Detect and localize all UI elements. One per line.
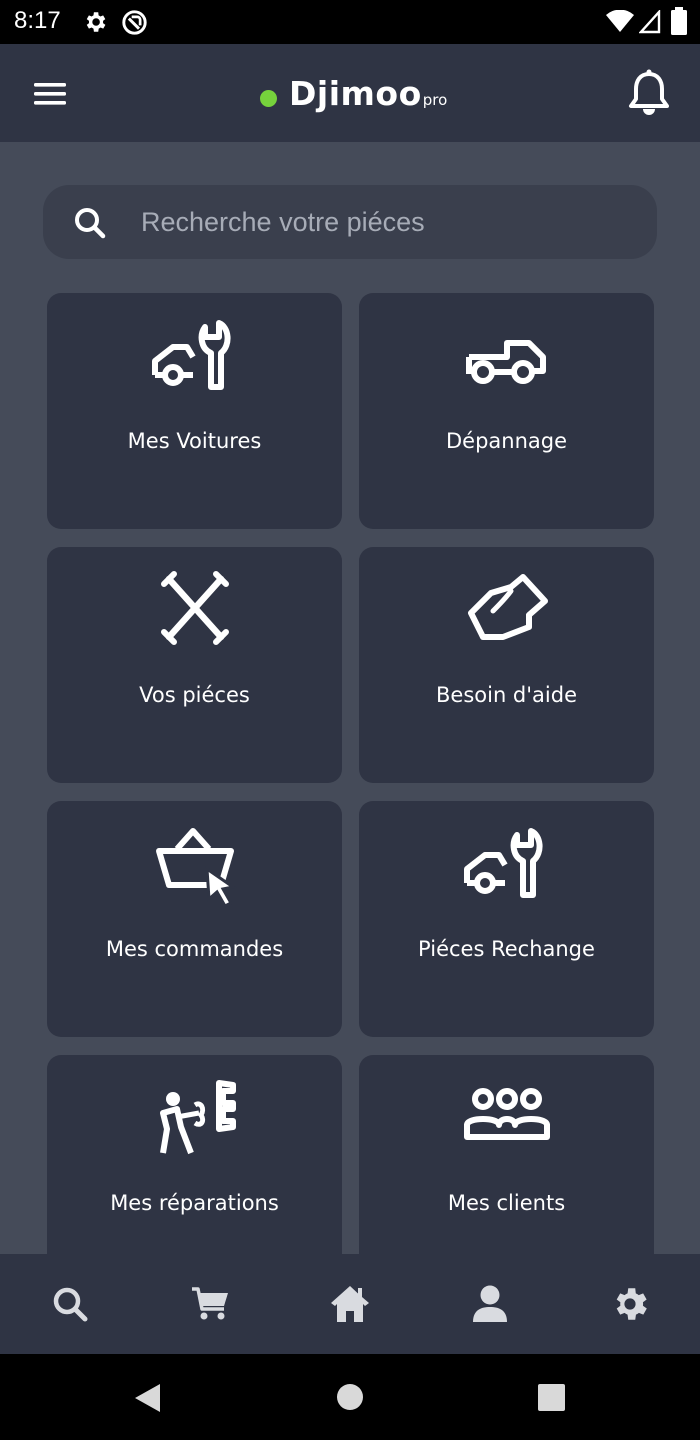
brand-logo: Djimoo pro	[260, 74, 447, 118]
brand-suffix: pro	[422, 91, 448, 109]
nav-search[interactable]	[46, 1280, 94, 1328]
helping-hand-icon	[467, 574, 548, 640]
nav-cart[interactable]	[186, 1280, 234, 1328]
tile-depannage[interactable]: Dépannage	[359, 293, 654, 529]
bottom-nav	[0, 1254, 700, 1354]
tile-besoin-aide[interactable]: Besoin d'aide	[359, 547, 654, 783]
status-time: 8:17	[14, 7, 61, 34]
wifi-icon	[606, 10, 634, 32]
search-input[interactable]	[141, 185, 631, 259]
brand-name: Djimoo	[289, 74, 422, 113]
tile-mes-voitures[interactable]: Mes Voitures	[47, 293, 342, 529]
tile-label: Mes clients	[447, 1191, 566, 1215]
mechanic-icon	[159, 1080, 236, 1155]
tile-label: Mes commandes	[105, 937, 284, 961]
signal-icon	[639, 10, 661, 34]
tile-mes-clients[interactable]: Mes clients	[359, 1055, 654, 1254]
group-icon	[463, 1088, 550, 1140]
car-wrench-icon	[151, 320, 230, 390]
crossed-tools-icon	[160, 571, 229, 645]
car-wrench-icon	[463, 828, 542, 898]
recents-icon[interactable]	[538, 1384, 565, 1411]
bell-icon	[629, 69, 669, 115]
tow-truck-icon	[465, 340, 546, 384]
nav-home[interactable]	[326, 1280, 374, 1328]
online-status-dot	[260, 89, 277, 107]
notifications-button[interactable]	[626, 68, 672, 118]
search-bar[interactable]	[43, 185, 657, 259]
battery-icon	[671, 7, 687, 35]
cart-icon	[192, 1287, 228, 1320]
user-icon	[473, 1285, 507, 1322]
nav-profile[interactable]	[466, 1280, 514, 1328]
tile-pieces-rechange[interactable]: Piéces Rechange	[359, 801, 654, 1037]
home-icon	[331, 1286, 369, 1322]
main-content: Mes Voitures Dépannage Vos piéces Besoin…	[0, 142, 700, 1254]
tile-label: Piéces Rechange	[418, 937, 595, 961]
system-navigation-bar	[0, 1354, 700, 1440]
basket-cursor-icon	[155, 828, 237, 908]
search-icon	[53, 1287, 88, 1322]
gear-icon	[616, 1288, 647, 1320]
tile-label: Dépannage	[445, 429, 568, 453]
tile-mes-reparations[interactable]: Mes réparations	[47, 1055, 342, 1254]
home-circle-icon[interactable]	[336, 1383, 364, 1411]
tile-vos-pieces[interactable]: Vos piéces	[47, 547, 342, 783]
settings-status-icon	[86, 12, 106, 32]
no-entry-status-icon	[122, 10, 147, 35]
tile-mes-commandes[interactable]: Mes commandes	[47, 801, 342, 1037]
search-icon	[75, 208, 106, 239]
hamburger-menu-icon	[34, 83, 66, 105]
back-icon[interactable]	[132, 1382, 162, 1414]
tile-label: Besoin d'aide	[436, 683, 577, 707]
nav-settings[interactable]	[606, 1280, 654, 1328]
tile-label: Mes Voitures	[127, 429, 262, 453]
tile-label: Vos piéces	[139, 683, 250, 707]
menu-button[interactable]	[26, 72, 74, 116]
status-bar: 8:17	[0, 0, 700, 44]
app-bar: Djimoo pro	[0, 44, 700, 142]
tile-label: Mes réparations	[110, 1191, 279, 1215]
